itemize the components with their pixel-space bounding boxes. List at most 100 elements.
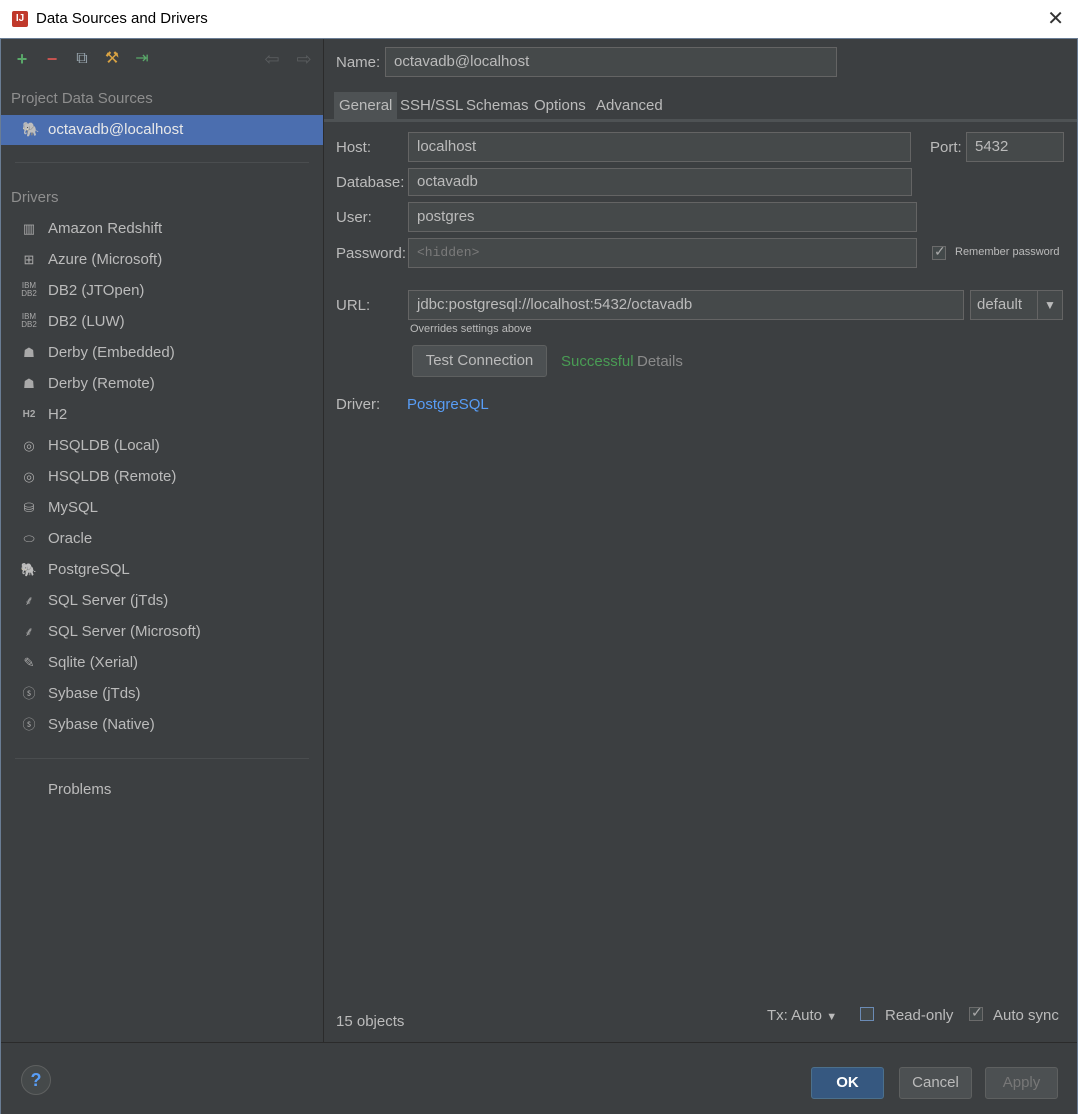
- data-source-label: octavadb@localhost: [48, 121, 184, 138]
- driver-item-sqlite[interactable]: ✎ Sqlite (Xerial): [1, 648, 323, 678]
- add-icon[interactable]: +: [11, 49, 33, 71]
- driver-label: HSQLDB (Remote): [48, 468, 177, 485]
- chevron-down-icon: ▼: [826, 1011, 838, 1023]
- tab-schemas[interactable]: Schemas: [461, 92, 534, 120]
- sybase-icon: ⓢ: [22, 686, 36, 701]
- drivers-heading: Drivers: [11, 189, 59, 206]
- driver-label: Sybase (jTds): [48, 685, 141, 702]
- driver-item-hsqldb-remote[interactable]: ◎ HSQLDB (Remote): [1, 462, 323, 492]
- driver-item-oracle[interactable]: ⬭ Oracle: [1, 524, 323, 554]
- back-icon[interactable]: ⇦: [261, 49, 283, 71]
- name-field[interactable]: octavadb@localhost: [385, 47, 837, 77]
- ibm-db2-icon: IBM DB2: [21, 281, 37, 298]
- driver-item-postgresql[interactable]: 🐘 PostgreSQL: [1, 555, 323, 585]
- name-label: Name:: [336, 54, 381, 71]
- driver-item-derby-remote[interactable]: ☗ Derby (Remote): [1, 369, 323, 399]
- tab-options[interactable]: Options: [529, 92, 591, 120]
- tab-underline: [324, 119, 1077, 122]
- driver-item-h2[interactable]: H2 H2: [1, 400, 323, 430]
- tab-advanced[interactable]: Advanced: [591, 92, 668, 120]
- driver-label: DB2 (JTOpen): [48, 282, 145, 299]
- help-icon[interactable]: ?: [21, 1065, 51, 1095]
- url-hint: Overrides settings above: [410, 323, 532, 335]
- driver-item-sqlserver-jtds[interactable]: ⸙ SQL Server (jTds): [1, 586, 323, 616]
- driver-item-azure[interactable]: ⊞ Azure (Microsoft): [1, 245, 323, 275]
- derby-hat-icon: ☗: [23, 376, 35, 391]
- driver-label: Oracle: [48, 530, 93, 547]
- objects-count: 15 objects: [336, 1013, 405, 1030]
- password-field[interactable]: <hidden>: [408, 238, 917, 268]
- driver-item-sqlserver-microsoft[interactable]: ⸙ SQL Server (Microsoft): [1, 617, 323, 647]
- remember-password-label: Remember password: [955, 246, 1060, 258]
- mysql-icon: ⛁: [23, 500, 35, 515]
- sybase-icon: ⓢ: [22, 717, 36, 732]
- sqlserver-icon: ⸙: [24, 624, 34, 639]
- driver-label: SQL Server (Microsoft): [48, 623, 201, 640]
- tab-general[interactable]: General: [334, 92, 398, 120]
- driver-item-sybase-native[interactable]: ⓢ Sybase (Native): [1, 710, 323, 740]
- remember-password-checkbox[interactable]: [932, 243, 946, 260]
- url-mode-dropdown[interactable]: default ▼: [970, 290, 1063, 320]
- password-label: Password:: [336, 245, 407, 262]
- redshift-icon: ▥: [22, 221, 36, 236]
- host-field[interactable]: localhost: [408, 132, 911, 162]
- driver-label: DB2 (LUW): [48, 313, 125, 330]
- windows-icon: ⊞: [23, 252, 35, 267]
- port-field[interactable]: 5432: [966, 132, 1064, 162]
- driver-item-amazon-redshift[interactable]: ▥ Amazon Redshift: [1, 214, 323, 244]
- driver-item-db2-jtopen[interactable]: IBM DB2 DB2 (JTOpen): [1, 276, 323, 306]
- user-label: User:: [336, 209, 372, 226]
- driver-item-db2-luw[interactable]: IBM DB2 DB2 (LUW): [1, 307, 323, 337]
- hsqldb-icon: ◎: [23, 438, 35, 453]
- port-label: Port:: [930, 139, 962, 156]
- driver-label: Driver:: [336, 396, 381, 413]
- problems-item[interactable]: Problems: [1, 775, 323, 805]
- driver-label: Derby (Embedded): [48, 344, 175, 361]
- read-only-label: Read-only: [885, 1007, 954, 1024]
- ok-button[interactable]: OK: [811, 1067, 884, 1099]
- driver-label: MySQL: [48, 499, 99, 516]
- driver-item-sybase-jtds[interactable]: ⓢ Sybase (jTds): [1, 679, 323, 709]
- connection-status: Successful: [561, 353, 634, 370]
- database-field[interactable]: octavadb: [408, 168, 912, 196]
- driver-properties-icon[interactable]: ⚒: [101, 49, 123, 71]
- read-only-checkbox[interactable]: [860, 1007, 874, 1021]
- driver-label: Amazon Redshift: [48, 220, 163, 237]
- url-label: URL:: [336, 297, 371, 314]
- sqlserver-icon: ⸙: [24, 593, 34, 608]
- details-link[interactable]: Details: [637, 353, 683, 370]
- dialog-button-bar: ? OK Cancel Apply: [1, 1042, 1077, 1114]
- duplicate-icon[interactable]: ⧉: [71, 49, 93, 71]
- tx-mode-dropdown[interactable]: Tx: Auto ▼: [767, 1007, 837, 1024]
- h2-icon: H2: [22, 409, 36, 420]
- app-icon: IJ: [12, 11, 28, 27]
- test-connection-button[interactable]: Test Connection: [412, 345, 547, 377]
- driver-label: Sqlite (Xerial): [48, 654, 139, 671]
- data-source-item[interactable]: 🐘 octavadb@localhost: [1, 115, 323, 145]
- driver-item-derby-embedded[interactable]: ☗ Derby (Embedded): [1, 338, 323, 368]
- remove-icon[interactable]: −: [41, 49, 63, 71]
- project-data-sources-heading: Project Data Sources: [11, 90, 153, 107]
- apply-button[interactable]: Apply: [985, 1067, 1058, 1099]
- host-label: Host:: [336, 139, 372, 156]
- left-panel: + − ⧉ ⚒ ⇥ ⇦ ⇨ Project Data Sources 🐘 oct…: [1, 39, 324, 1042]
- url-field[interactable]: jdbc:postgresql://localhost:5432/octavad…: [408, 290, 964, 320]
- chevron-down-icon: ▼: [1037, 291, 1062, 319]
- auto-sync-label: Auto sync: [993, 1007, 1059, 1024]
- window-title: Data Sources and Drivers: [36, 10, 208, 27]
- user-field[interactable]: postgres: [408, 202, 917, 232]
- driver-item-mysql[interactable]: ⛁ MySQL: [1, 493, 323, 523]
- oracle-icon: ⬭: [23, 531, 35, 546]
- cancel-button[interactable]: Cancel: [899, 1067, 972, 1099]
- forward-icon[interactable]: ⇨: [293, 49, 315, 71]
- driver-item-hsqldb-local[interactable]: ◎ HSQLDB (Local): [1, 431, 323, 461]
- driver-label: SQL Server (jTds): [48, 592, 169, 609]
- import-icon[interactable]: ⇥: [131, 49, 153, 71]
- tx-mode-label: Tx: Auto: [767, 1007, 823, 1024]
- driver-label: PostgreSQL: [48, 561, 130, 578]
- tab-ssh-ssl[interactable]: SSH/SSL: [395, 92, 468, 120]
- close-icon[interactable]: ✕: [1047, 6, 1064, 31]
- postgresql-icon: 🐘: [20, 562, 38, 577]
- driver-link[interactable]: PostgreSQL: [407, 396, 489, 413]
- auto-sync-checkbox[interactable]: [969, 1004, 983, 1021]
